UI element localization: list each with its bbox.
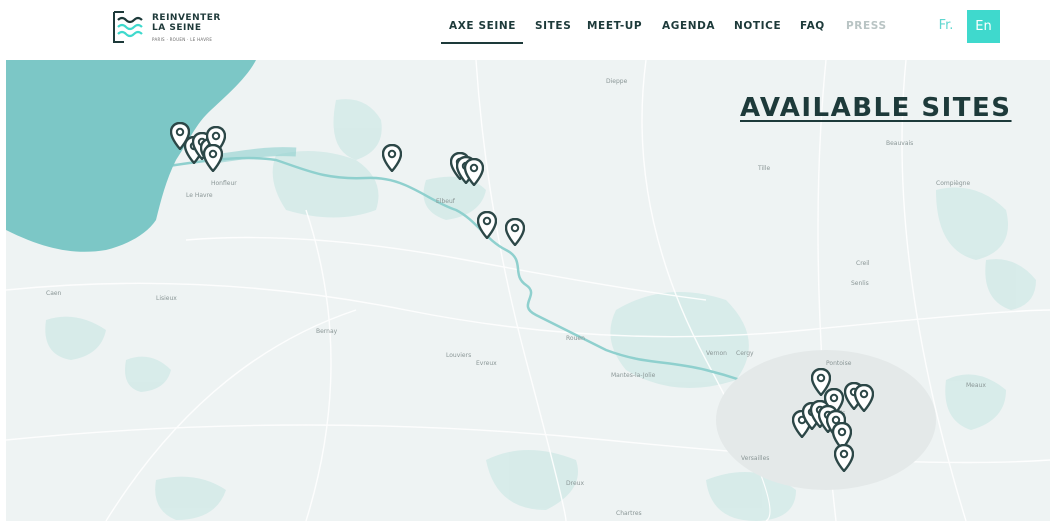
place-label: Vernon: [706, 350, 727, 357]
place-label: Chartres: [616, 510, 642, 517]
place-label: Tille: [758, 165, 771, 172]
active-nav-underline: [441, 42, 523, 44]
place-label: Pontoise: [826, 360, 852, 367]
site-header: REINVENTER LA SEINE PARIS · ROUEN · LE H…: [0, 0, 1056, 60]
place-label: Bernay: [316, 328, 338, 335]
place-label: Rouen: [566, 335, 585, 342]
language-en-button[interactable]: En: [967, 10, 1000, 43]
place-label: Beauvais: [886, 140, 914, 147]
sites-map[interactable]: Caen Dieppe Rouen Evreux Vernon Versaill…: [6, 60, 1050, 521]
nav-meet-up[interactable]: MEET-UP: [587, 20, 642, 32]
place-label: Louviers: [446, 352, 472, 359]
place-label: Meaux: [966, 382, 986, 389]
place-label: Dieppe: [606, 78, 628, 85]
place-label: Paris: [831, 410, 846, 417]
nav-agenda[interactable]: AGENDA: [662, 20, 715, 32]
logo[interactable]: REINVENTER LA SEINE PARIS · ROUEN · LE H…: [112, 10, 247, 48]
place-label: Versailles: [741, 455, 770, 462]
language-fr-button[interactable]: Fr.: [930, 10, 962, 42]
place-label: Senlis: [851, 280, 869, 287]
place-label: Honfleur: [211, 180, 237, 187]
place-label: Lisieux: [156, 295, 177, 302]
place-label: Cergy: [736, 350, 754, 357]
place-label: Caen: [46, 290, 62, 297]
place-label: Mantes-la-Jolie: [611, 372, 656, 379]
place-label: Creil: [856, 260, 870, 267]
map-background: [6, 60, 1050, 521]
place-label: Dreux: [566, 480, 584, 487]
place-label: Compiègne: [936, 180, 971, 187]
place-label: Evreux: [476, 360, 497, 367]
logo-subtitle: PARIS · ROUEN · LE HAVRE: [152, 37, 213, 42]
logo-title: REINVENTER LA SEINE: [152, 13, 221, 33]
nav-press[interactable]: PRESS: [846, 20, 887, 32]
nav-faq[interactable]: FAQ: [800, 20, 825, 32]
nav-sites[interactable]: SITES: [535, 20, 571, 32]
nav-notice[interactable]: NOTICE: [734, 20, 781, 32]
available-sites-title: AVAILABLE SITES: [740, 93, 1012, 123]
nav-axe-seine[interactable]: AXE SEINE: [449, 20, 516, 32]
place-label: Le Havre: [186, 192, 213, 199]
waves-logo-icon: [113, 11, 143, 43]
place-label: Elbeuf: [436, 198, 455, 205]
